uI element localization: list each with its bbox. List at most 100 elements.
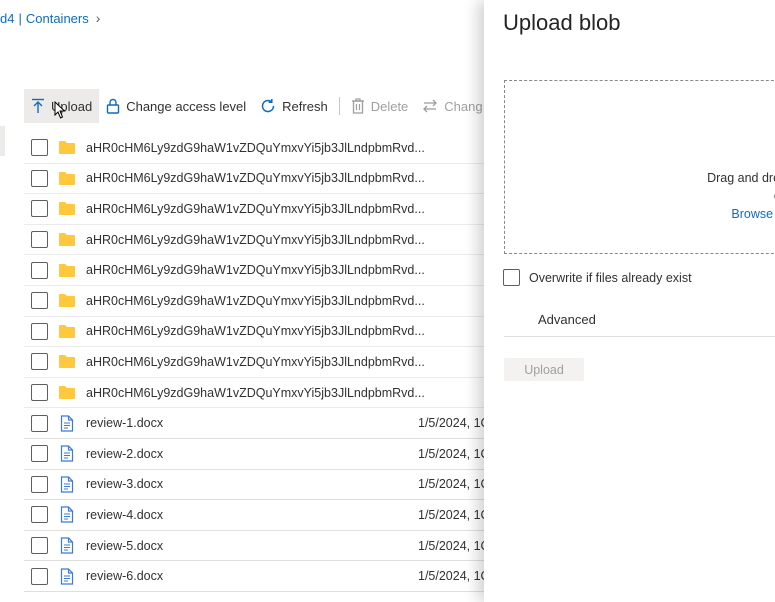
row-name-link[interactable]: review-3.docx	[86, 477, 163, 491]
lock-icon	[106, 98, 120, 114]
row-modified-date: 1/5/2024, 1C	[418, 416, 485, 431]
row-checkbox[interactable]	[31, 537, 48, 555]
folder-icon	[58, 322, 76, 340]
refresh-icon	[260, 98, 276, 114]
row-checkbox[interactable]	[31, 169, 48, 187]
row-modified-date: 1/5/2024, 1C	[418, 477, 485, 492]
folder-row[interactable]: aHR0cHM6Ly9zdG9haW1vZDQuYmxvYi5jb3JlLndp…	[24, 164, 485, 195]
file-drop-zone[interactable]: Drag and drop or Browse fo	[504, 80, 775, 254]
blob-row[interactable]: review-3.docx 1/5/2024, 1C	[24, 470, 485, 501]
folder-icon	[58, 384, 76, 402]
delete-label: Delete	[370, 98, 409, 114]
swap-arrows-icon	[422, 99, 438, 113]
folder-row[interactable]: aHR0cHM6Ly9zdG9haW1vZDQuYmxvYi5jb3JlLndp…	[24, 194, 485, 225]
row-name-link[interactable]: aHR0cHM6Ly9zdG9haW1vZDQuYmxvYi5jb3JlLndp…	[86, 171, 425, 185]
folder-row[interactable]: aHR0cHM6Ly9zdG9haW1vZDQuYmxvYi5jb3JlLndp…	[24, 133, 485, 164]
refresh-label: Refresh	[282, 98, 328, 114]
folder-row[interactable]: aHR0cHM6Ly9zdG9haW1vZDQuYmxvYi5jb3JlLndp…	[24, 378, 485, 409]
row-name-link[interactable]: aHR0cHM6Ly9zdG9haW1vZDQuYmxvYi5jb3JlLndp…	[86, 355, 425, 369]
folder-row[interactable]: aHR0cHM6Ly9zdG9haW1vZDQuYmxvYi5jb3JlLndp…	[24, 347, 485, 378]
row-name-link[interactable]: aHR0cHM6Ly9zdG9haW1vZDQuYmxvYi5jb3JlLndp…	[86, 141, 425, 155]
row-name-link[interactable]: aHR0cHM6Ly9zdG9haW1vZDQuYmxvYi5jb3JlLndp…	[86, 324, 425, 338]
row-checkbox[interactable]	[31, 414, 48, 432]
row-checkbox[interactable]	[31, 200, 48, 218]
folder-icon	[58, 169, 76, 187]
breadcrumb-containers-link[interactable]: Containers	[26, 11, 89, 26]
document-icon	[58, 414, 76, 432]
document-icon	[58, 567, 76, 585]
row-checkbox[interactable]	[31, 322, 48, 340]
document-icon	[58, 475, 76, 493]
row-modified-date: 1/5/2024, 1C	[418, 569, 485, 584]
row-checkbox[interactable]	[31, 445, 48, 463]
advanced-section-toggle[interactable]: Advanced	[504, 303, 775, 337]
document-icon	[58, 537, 76, 555]
row-name-link[interactable]: review-5.docx	[86, 539, 163, 553]
row-checkbox[interactable]	[31, 506, 48, 524]
container-browser: d4 | Containers › Upload Change access l…	[0, 0, 485, 602]
folder-row[interactable]: aHR0cHM6Ly9zdG9haW1vZDQuYmxvYi5jb3JlLndp…	[24, 317, 485, 348]
change-tier-button[interactable]: Chang	[415, 89, 485, 123]
upload-icon	[31, 98, 45, 114]
blob-row[interactable]: review-5.docx 1/5/2024, 1C	[24, 531, 485, 562]
blob-list: aHR0cHM6Ly9zdG9haW1vZDQuYmxvYi5jb3JlLndp…	[24, 133, 485, 592]
breadcrumb-separator: |	[18, 10, 22, 26]
overwrite-checkbox[interactable]	[503, 269, 520, 286]
folder-row[interactable]: aHR0cHM6Ly9zdG9haW1vZDQuYmxvYi5jb3JlLndp…	[24, 286, 485, 317]
row-checkbox[interactable]	[31, 353, 48, 371]
overwrite-label: Overwrite if files already exist	[529, 270, 692, 285]
trash-icon	[351, 98, 365, 114]
folder-row[interactable]: aHR0cHM6Ly9zdG9haW1vZDQuYmxvYi5jb3JlLndp…	[24, 255, 485, 286]
folder-row[interactable]: aHR0cHM6Ly9zdG9haW1vZDQuYmxvYi5jb3JlLndp…	[24, 225, 485, 256]
row-checkbox[interactable]	[31, 475, 48, 493]
row-checkbox[interactable]	[31, 231, 48, 249]
panel-title: Upload blob	[503, 10, 621, 35]
row-name-link[interactable]: review-1.docx	[86, 416, 163, 430]
folder-icon	[58, 261, 76, 279]
row-checkbox[interactable]	[31, 384, 48, 402]
change-access-level-button[interactable]: Change access level	[99, 89, 253, 123]
pointer-cursor-icon	[54, 100, 66, 124]
document-icon	[58, 506, 76, 524]
upload-blob-panel: Upload blob Drag and drop or Browse fo O…	[484, 0, 775, 602]
blob-row[interactable]: review-1.docx 1/5/2024, 1C	[24, 408, 485, 439]
row-checkbox[interactable]	[31, 261, 48, 279]
row-name-link[interactable]: aHR0cHM6Ly9zdG9haW1vZDQuYmxvYi5jb3JlLndp…	[86, 263, 425, 277]
refresh-button[interactable]: Refresh	[253, 89, 335, 123]
blob-row[interactable]: review-2.docx 1/5/2024, 1C	[24, 439, 485, 470]
folder-icon	[58, 231, 76, 249]
folder-icon	[58, 292, 76, 310]
blob-row[interactable]: review-6.docx 1/5/2024, 1C	[24, 561, 485, 592]
folder-icon	[58, 139, 76, 157]
row-name-link[interactable]: review-6.docx	[86, 569, 163, 583]
breadcrumb-prefix[interactable]: d4	[0, 11, 14, 26]
advanced-label: Advanced	[538, 312, 596, 327]
folder-icon	[58, 200, 76, 218]
row-name-link[interactable]: aHR0cHM6Ly9zdG9haW1vZDQuYmxvYi5jb3JlLndp…	[86, 386, 425, 400]
row-checkbox[interactable]	[31, 567, 48, 585]
row-name-link[interactable]: review-4.docx	[86, 508, 163, 522]
row-modified-date: 1/5/2024, 1C	[418, 538, 485, 553]
submit-upload-button[interactable]: Upload	[504, 358, 584, 381]
browse-files-link[interactable]: Browse fo	[731, 207, 775, 221]
chevron-right-icon: ›	[95, 10, 101, 26]
drag-drop-text: Drag and drop	[707, 171, 775, 185]
document-icon	[58, 445, 76, 463]
blob-row[interactable]: review-4.docx 1/5/2024, 1C	[24, 500, 485, 531]
row-checkbox[interactable]	[31, 139, 48, 157]
row-name-link[interactable]: aHR0cHM6Ly9zdG9haW1vZDQuYmxvYi5jb3JlLndp…	[86, 202, 425, 216]
folder-icon	[58, 353, 76, 371]
row-name-link[interactable]: aHR0cHM6Ly9zdG9haW1vZDQuYmxvYi5jb3JlLndp…	[86, 233, 425, 247]
delete-button[interactable]: Delete	[344, 89, 416, 123]
command-toolbar: Upload Change access level Refresh Delet…	[24, 89, 485, 123]
row-modified-date: 1/5/2024, 1C	[418, 446, 485, 461]
row-name-link[interactable]: review-2.docx	[86, 447, 163, 461]
toolbar-divider	[338, 97, 340, 115]
change-access-level-label: Change access level	[126, 98, 247, 114]
overwrite-option[interactable]: Overwrite if files already exist	[503, 269, 692, 286]
row-name-link[interactable]: aHR0cHM6Ly9zdG9haW1vZDQuYmxvYi5jb3JlLndp…	[86, 294, 425, 308]
breadcrumb: d4 | Containers ›	[0, 10, 100, 26]
row-checkbox[interactable]	[31, 292, 48, 310]
left-nav-tab[interactable]	[0, 126, 5, 156]
change-tier-label: Chang	[444, 98, 483, 114]
